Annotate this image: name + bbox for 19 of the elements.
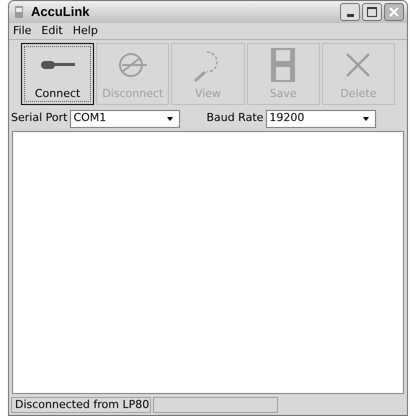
dropdown[interactable]: 19200 [266,110,376,128]
window-title: AccuLink [31,3,91,22]
maximize-icon [367,7,377,17]
app-icon [12,5,26,19]
minimize-icon [346,14,354,17]
dropdown[interactable]: COM1 [70,110,180,128]
menu-item[interactable]: Edit [41,22,63,40]
close-icon [345,52,372,78]
crossed-circle-icon [118,52,148,78]
close-button[interactable] [384,3,404,21]
menu-item[interactable]: File [13,22,32,40]
maximize-button[interactable] [362,3,382,21]
field-label: Baud Rate [206,110,264,126]
toolbar-button[interactable]: Connect [21,43,94,105]
menu-item[interactable]: Help [72,22,98,40]
status-text: Disconnected from LP80 [11,397,151,413]
minimize-button[interactable] [340,3,360,21]
close-icon [389,7,399,17]
field-label: Serial Port [11,110,68,126]
